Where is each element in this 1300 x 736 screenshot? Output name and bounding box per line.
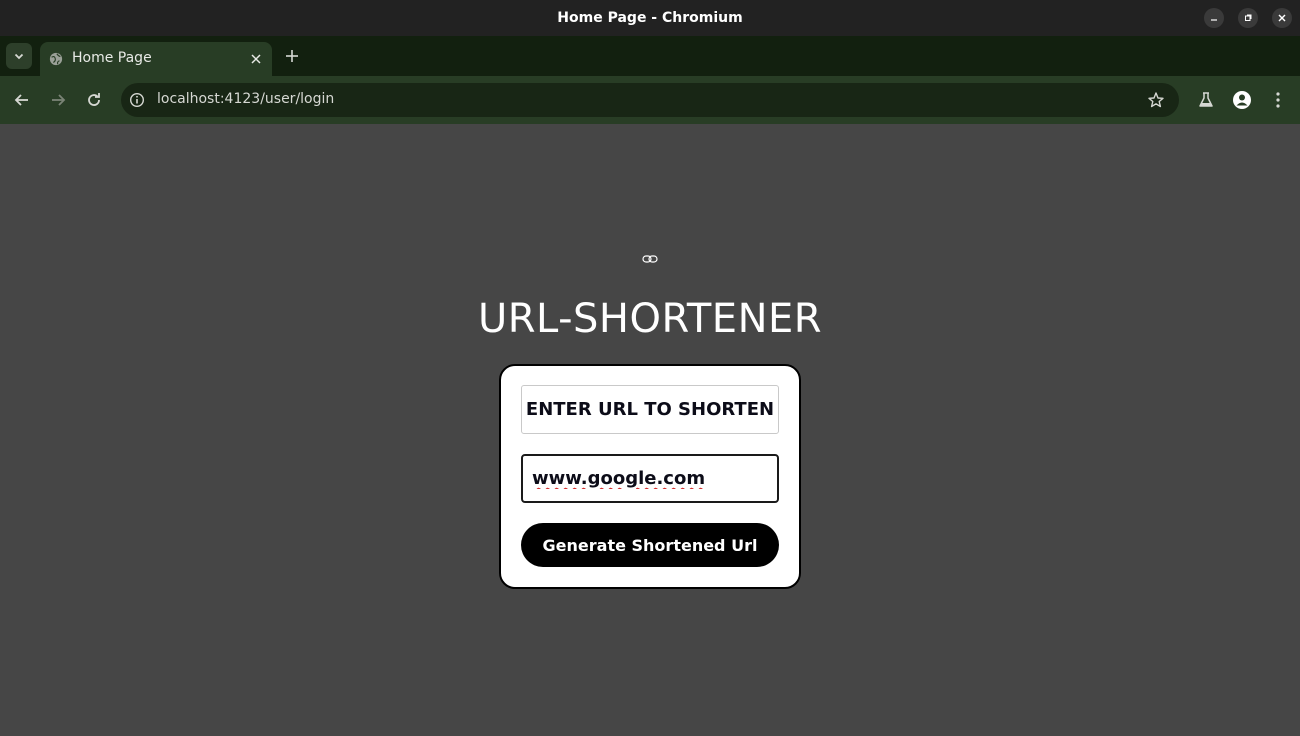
close-icon <box>1278 14 1286 22</box>
menu-kebab-icon[interactable] <box>1268 90 1288 110</box>
link-icon <box>642 255 658 263</box>
minimize-button[interactable] <box>1204 8 1224 28</box>
page-title: URL-SHORTENER <box>477 296 823 342</box>
tab-close-icon[interactable] <box>250 53 262 65</box>
restore-button[interactable] <box>1238 8 1258 28</box>
forward-icon[interactable] <box>48 90 68 110</box>
url-input[interactable] <box>521 454 779 503</box>
generate-shortened-url-button[interactable]: Generate Shortened Url <box>521 523 779 567</box>
tab-home-page[interactable]: Home Page <box>40 42 272 76</box>
chevron-down-icon <box>14 53 24 60</box>
globe-icon <box>49 52 63 66</box>
minimize-icon <box>1211 19 1217 21</box>
site-info-icon[interactable] <box>129 92 145 108</box>
tab-title: Home Page <box>72 50 152 66</box>
reload-icon[interactable] <box>84 90 104 110</box>
new-tab-icon[interactable] <box>283 47 301 65</box>
window-title: Home Page - Chromium <box>557 10 743 26</box>
form-heading: ENTER URL TO SHORTEN <box>521 385 779 434</box>
labs-flask-icon[interactable] <box>1196 90 1216 110</box>
page-viewport: URL-SHORTENER ENTER URL TO SHORTEN Gener… <box>0 124 1300 736</box>
window-titlebar: Home Page - Chromium <box>0 0 1300 36</box>
url-text[interactable]: localhost:4123/user/login <box>157 91 334 107</box>
shorten-form-card: ENTER URL TO SHORTEN Generate Shortened … <box>499 364 801 589</box>
bookmark-star-icon[interactable] <box>1147 91 1165 109</box>
tab-search-button[interactable] <box>6 43 32 69</box>
address-bar[interactable]: localhost:4123/user/login <box>121 83 1179 117</box>
close-window-button[interactable] <box>1272 8 1292 28</box>
browser-toolbar: localhost:4123/user/login <box>0 76 1300 124</box>
restore-icon <box>1245 14 1252 21</box>
profile-icon[interactable] <box>1232 90 1252 110</box>
tab-strip: Home Page <box>0 36 1300 76</box>
back-icon[interactable] <box>12 90 32 110</box>
